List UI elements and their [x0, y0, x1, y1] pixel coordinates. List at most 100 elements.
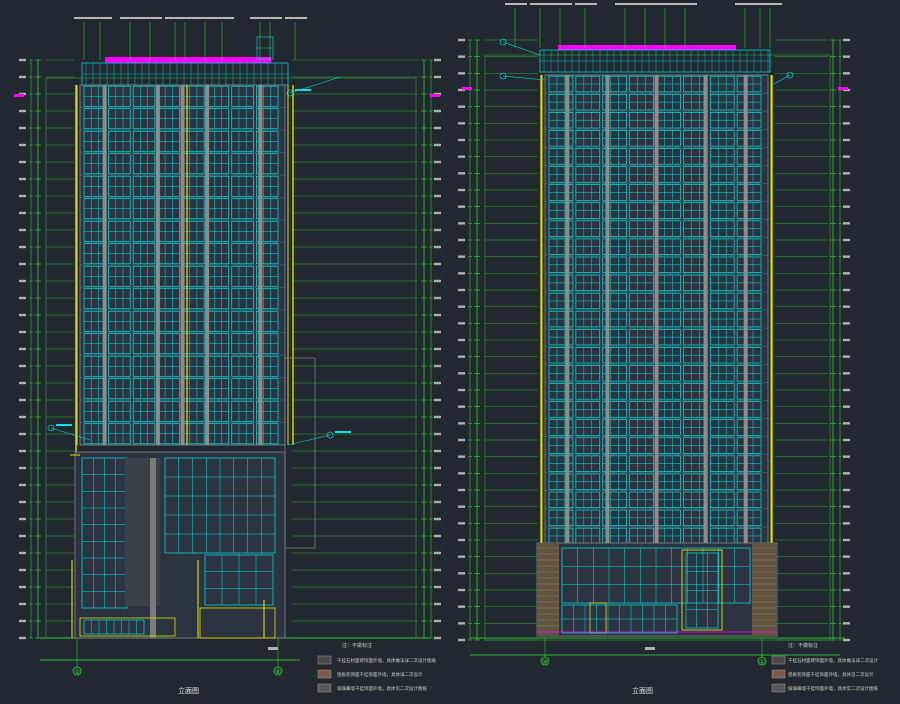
elevation-mark — [434, 194, 441, 198]
elevation-mark — [434, 177, 441, 181]
cad-drawing-canvas[interactable]: 立面图 ① ⑥ 注：不做标注 干挂石材面砖饰面外墙，具体做法详二次设计图纸 铝板… — [0, 0, 900, 700]
elevation-mark — [843, 138, 850, 142]
right-note-1: 干挂石材面砖饰面外墙，具体做法详二次设计 — [788, 657, 878, 664]
elevation-mark — [843, 38, 850, 42]
elevation-mark — [843, 188, 850, 192]
callout-leader — [502, 75, 546, 81]
elevation-mark — [458, 288, 465, 292]
level-tag — [838, 87, 848, 90]
leader-label — [260, 17, 282, 19]
callout-text — [335, 431, 351, 433]
legend-swatch — [317, 683, 332, 693]
elevation-mark — [458, 305, 465, 308]
legend-swatch — [771, 669, 786, 679]
left-view-title: 立面图 — [178, 686, 199, 695]
left-axis-to: ⑥ — [275, 668, 281, 676]
elevation-mark — [843, 372, 850, 375]
elevation-mark — [843, 505, 850, 508]
leader-label — [675, 3, 697, 5]
podium-pier — [150, 458, 156, 638]
legend-swatch — [771, 655, 786, 665]
right-elevation-view — [458, 3, 850, 693]
level-tag — [430, 94, 440, 97]
leader-label — [505, 3, 527, 5]
elevation-mark — [19, 75, 26, 79]
elevation-mark — [458, 72, 465, 75]
right-axis-from: ⑩ — [542, 658, 548, 666]
right-note-2: 铝板装饰面干挂饰面外墙，具体见二次设计 — [788, 671, 874, 678]
elevation-mark — [19, 534, 26, 538]
callout-leader — [287, 434, 331, 446]
elevation-mark — [19, 194, 26, 198]
elevation-mark — [458, 122, 465, 125]
elevation-mark — [434, 381, 441, 385]
leader-label — [175, 17, 197, 19]
elevation-mark — [19, 551, 26, 555]
elevation-mark — [843, 605, 850, 608]
elevation-mark — [843, 555, 850, 558]
elevation-mark — [434, 568, 441, 572]
podium-outline — [74, 451, 286, 639]
elevation-mark — [19, 347, 26, 351]
elevation-mark — [458, 488, 465, 492]
leader-label — [550, 3, 572, 5]
elevation-mark — [434, 126, 441, 130]
elevation-mark — [843, 622, 850, 625]
elevation-mark — [434, 245, 441, 249]
elevation-mark — [19, 364, 26, 368]
elevation-mark — [458, 455, 465, 458]
elevation-mark — [843, 355, 850, 358]
elevation-mark — [434, 160, 441, 164]
elevation-mark — [458, 588, 465, 592]
elevation-mark — [434, 466, 441, 470]
elevation-mark — [843, 338, 850, 342]
legend-swatch — [771, 683, 786, 693]
elevation-mark — [843, 388, 850, 392]
elevation-mark — [843, 222, 850, 225]
elevation-mark — [458, 272, 465, 275]
elevation-mark — [843, 472, 850, 475]
elevation-mark — [458, 405, 465, 408]
elevation-mark — [19, 177, 26, 181]
elevation-mark — [843, 272, 850, 275]
annex-block — [284, 357, 316, 549]
elevation-mark — [434, 228, 441, 232]
elevation-mark — [458, 255, 465, 258]
leader-label — [530, 3, 552, 5]
elevation-mark — [434, 517, 441, 521]
elevation-mark — [19, 313, 26, 317]
leader-label — [140, 17, 162, 19]
elevation-mark — [458, 38, 465, 42]
elevation-mark — [19, 228, 26, 232]
elevation-mark — [458, 605, 465, 608]
elevation-mark — [19, 466, 26, 470]
elevation-mark — [458, 155, 465, 158]
elevation-mark — [458, 55, 465, 58]
elevation-mark — [19, 500, 26, 504]
elevation-mark — [434, 551, 441, 555]
elevation-mark — [19, 398, 26, 402]
elevation-mark — [458, 422, 465, 425]
elevation-mark — [434, 585, 441, 589]
elevation-mark — [19, 449, 26, 453]
elevation-mark — [434, 398, 441, 402]
elevation-mark — [843, 105, 850, 108]
scale-mark — [268, 647, 278, 650]
elevation-mark — [19, 619, 26, 623]
elevation-mark — [434, 75, 441, 79]
elevation-mark — [434, 143, 441, 147]
leader-label — [120, 17, 142, 19]
elevation-mark — [434, 211, 441, 215]
elevation-mark — [434, 449, 441, 453]
elevation-mark — [843, 305, 850, 308]
stone-pier — [752, 543, 776, 636]
elevation-mark — [434, 313, 441, 317]
elevation-mark — [19, 415, 26, 419]
left-elevation-view — [14, 17, 441, 693]
callout-text — [295, 89, 311, 91]
elevation-mark — [434, 483, 441, 487]
elevation-mark — [843, 522, 850, 525]
elevation-mark — [458, 472, 465, 475]
elevation-mark — [19, 279, 26, 283]
right-note-3: 玻璃幕墙干挂饰面外墙，具体见二次设计图纸 — [788, 685, 878, 692]
